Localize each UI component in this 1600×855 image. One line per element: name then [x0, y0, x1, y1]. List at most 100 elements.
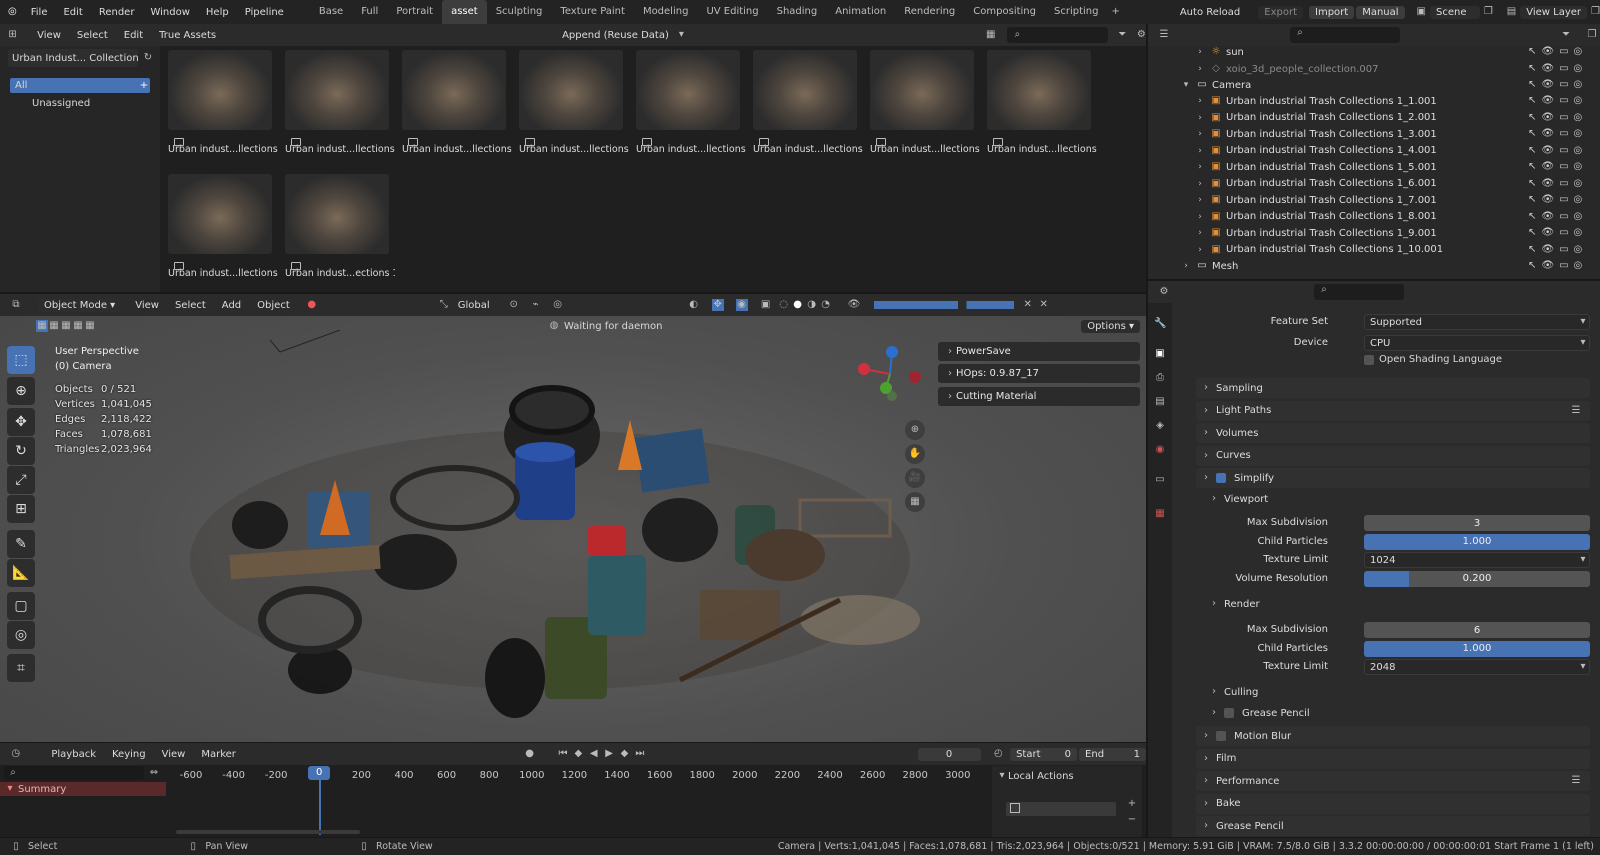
menu-file[interactable]: File: [23, 7, 56, 18]
rotate-tool[interactable]: ↻: [7, 437, 35, 465]
shading-material-icon[interactable]: ◑: [806, 299, 818, 311]
playhead-line[interactable]: [319, 775, 321, 835]
snap-icon[interactable]: ⌁: [530, 299, 542, 311]
view-layer-tab-icon[interactable]: ▤: [1154, 396, 1166, 408]
list-icon[interactable]: ☰: [1570, 405, 1582, 417]
catalog-all[interactable]: All +: [10, 78, 150, 93]
render-toggle-icon[interactable]: ◎: [1574, 46, 1583, 57]
chevron-right-icon[interactable]: ›: [1194, 244, 1206, 256]
number-field[interactable]: 1.000: [1364, 640, 1590, 657]
cutting-material-panel[interactable]: › Cutting Material: [938, 387, 1140, 406]
end-frame-field[interactable]: End 1: [1079, 747, 1147, 761]
marker-menu[interactable]: Marker: [193, 749, 244, 760]
render-toggle-icon[interactable]: ◎: [1574, 95, 1583, 106]
add-catalog-icon[interactable]: +: [138, 80, 150, 92]
auto-reload-label[interactable]: Auto Reload: [1172, 7, 1248, 18]
shading-rendered-icon[interactable]: ◔: [820, 299, 832, 311]
properties-search-input[interactable]: ⌕: [1314, 284, 1404, 300]
render-tab-icon[interactable]: ▣: [1154, 348, 1166, 360]
add-cube-tool[interactable]: ▢: [7, 592, 35, 620]
outliner-item-trash[interactable]: › ▣ Urban industrial Trash Collections 1_7…: [1194, 192, 1437, 208]
hops-toolbar[interactable]: [873, 301, 1014, 309]
xray-icon[interactable]: ▣: [760, 299, 772, 311]
outliner-item-trash[interactable]: › ▣ Urban industrial Trash Collections 1_4…: [1194, 143, 1437, 159]
tab-sculpting[interactable]: Sculpting: [487, 0, 552, 24]
section-volumes[interactable]: › Volumes: [1196, 423, 1590, 443]
editor-type-icon[interactable]: ◷: [10, 748, 21, 760]
action-list[interactable]: [1006, 802, 1116, 816]
chevron-right-icon[interactable]: ›: [1180, 260, 1192, 272]
viewport-toggle-icon[interactable]: ▭: [1559, 244, 1568, 255]
outliner-item-trash[interactable]: › ▣ Urban industrial Trash Collections 1_1…: [1194, 93, 1437, 109]
proportional-edit-icon[interactable]: ◎: [552, 299, 564, 311]
catalog-unassigned[interactable]: Unassigned: [32, 98, 90, 109]
texture-limit-dropdown[interactable]: 1024 ▾: [1364, 552, 1590, 568]
number-field[interactable]: 3: [1364, 515, 1590, 531]
annotate-tool[interactable]: ✎: [7, 530, 35, 558]
section-sampling[interactable]: › Sampling: [1196, 378, 1590, 398]
eye-icon[interactable]: 👁: [848, 299, 861, 311]
outliner-collection-mesh[interactable]: › ▭ Mesh: [1180, 258, 1238, 274]
chevron-right-icon[interactable]: ›: [1194, 112, 1206, 124]
section-performance[interactable]: › Performance ☰: [1196, 771, 1590, 791]
add-action-icon[interactable]: +: [1126, 798, 1138, 810]
tab-scripting[interactable]: Scripting: [1045, 0, 1107, 24]
render-toggle-icon[interactable]: ◎: [1574, 79, 1583, 90]
outliner-item-sun[interactable]: › ☼ sun: [1194, 44, 1244, 60]
timeline-view-menu[interactable]: View: [154, 749, 194, 760]
shading-wireframe-icon[interactable]: ◌: [778, 299, 790, 311]
timeline-scrollbar[interactable]: [176, 830, 360, 834]
select-toggle-icon[interactable]: ↖: [1528, 112, 1536, 123]
select-tool[interactable]: ⬚: [7, 346, 35, 374]
start-frame-field[interactable]: Start 0: [1010, 747, 1078, 761]
scene-tab-icon[interactable]: ◈: [1154, 420, 1166, 432]
render-toggle-icon[interactable]: ◎: [1574, 260, 1583, 271]
new-view-layer-icon[interactable]: ❐: [1591, 6, 1600, 18]
measure-tool[interactable]: 📐: [7, 559, 35, 587]
section-bake[interactable]: › Bake: [1196, 793, 1590, 814]
section-film[interactable]: › Film: [1196, 748, 1590, 769]
swap-icon[interactable]: ⇔: [148, 767, 160, 779]
asset-view-menu[interactable]: View: [29, 30, 69, 41]
viewport-toggle-icon[interactable]: ▭: [1559, 161, 1568, 172]
osl-checkbox-row[interactable]: Open Shading Language: [1364, 354, 1502, 365]
eye-icon[interactable]: 👁: [1541, 211, 1554, 222]
prev-key-icon[interactable]: ◆: [573, 748, 584, 760]
scene-selector[interactable]: Scene: [1430, 5, 1480, 19]
playback-menu[interactable]: Playback: [43, 749, 104, 760]
viewport-toggle-icon[interactable]: ▭: [1559, 211, 1568, 222]
eye-icon[interactable]: 👁: [1541, 194, 1554, 205]
viewport-toggle-icon[interactable]: ▭: [1559, 128, 1568, 139]
menu-pipeline[interactable]: Pipeline: [237, 7, 292, 18]
action-checkbox[interactable]: [1010, 803, 1020, 813]
texture-limit-dropdown[interactable]: 2048 ▾: [1364, 659, 1590, 675]
chevron-right-icon[interactable]: ›: [1194, 145, 1206, 157]
library-selector[interactable]: Urban Indust... Collections 1: [8, 49, 138, 67]
select-toggle-icon[interactable]: ↖: [1528, 79, 1536, 90]
eye-icon[interactable]: 👁: [1541, 145, 1554, 156]
outliner-item-trash[interactable]: › ▣ Urban industrial Trash Collections 1_1…: [1194, 242, 1443, 258]
viewport-toggle-icon[interactable]: ▭: [1559, 46, 1568, 57]
chevron-right-icon[interactable]: ›: [1194, 161, 1206, 173]
play-reverse-icon[interactable]: ◀: [588, 748, 599, 760]
filter-icon[interactable]: ⏷: [1560, 29, 1572, 41]
viewport-toggle-icon[interactable]: ▭: [1559, 194, 1568, 205]
select-intersect-icon[interactable]: ▦: [84, 320, 96, 332]
outliner-item-trash[interactable]: › ▣ Urban industrial Trash Collections 1_2…: [1194, 110, 1437, 126]
select-toggle-icon[interactable]: ↖: [1528, 95, 1536, 106]
asset-tile[interactable]: Urban indust...llections 1_1: [168, 50, 278, 168]
manual-button[interactable]: Manual: [1356, 5, 1405, 19]
render-toggle-icon[interactable]: ◎: [1574, 178, 1583, 189]
section-grease-pencil[interactable]: › Grease Pencil: [1196, 816, 1590, 836]
outliner-editor-icon[interactable]: ☰: [1158, 29, 1170, 41]
remove-action-icon[interactable]: −: [1126, 814, 1138, 826]
tab-asset[interactable]: asset: [442, 0, 487, 24]
viewport-toggle-icon[interactable]: ▭: [1559, 145, 1568, 156]
subsection-culling[interactable]: › Culling: [1208, 682, 1590, 702]
section-checkbox[interactable]: [1224, 708, 1234, 718]
select-toggle-icon[interactable]: ↖: [1528, 260, 1536, 271]
select-invert-icon[interactable]: ▦: [72, 320, 84, 332]
select-toggle-icon[interactable]: ↖: [1528, 161, 1536, 172]
asset-tile[interactable]: Urban indust...llections 1_9: [168, 174, 278, 292]
camera-view-icon[interactable]: 🎥: [905, 468, 925, 488]
